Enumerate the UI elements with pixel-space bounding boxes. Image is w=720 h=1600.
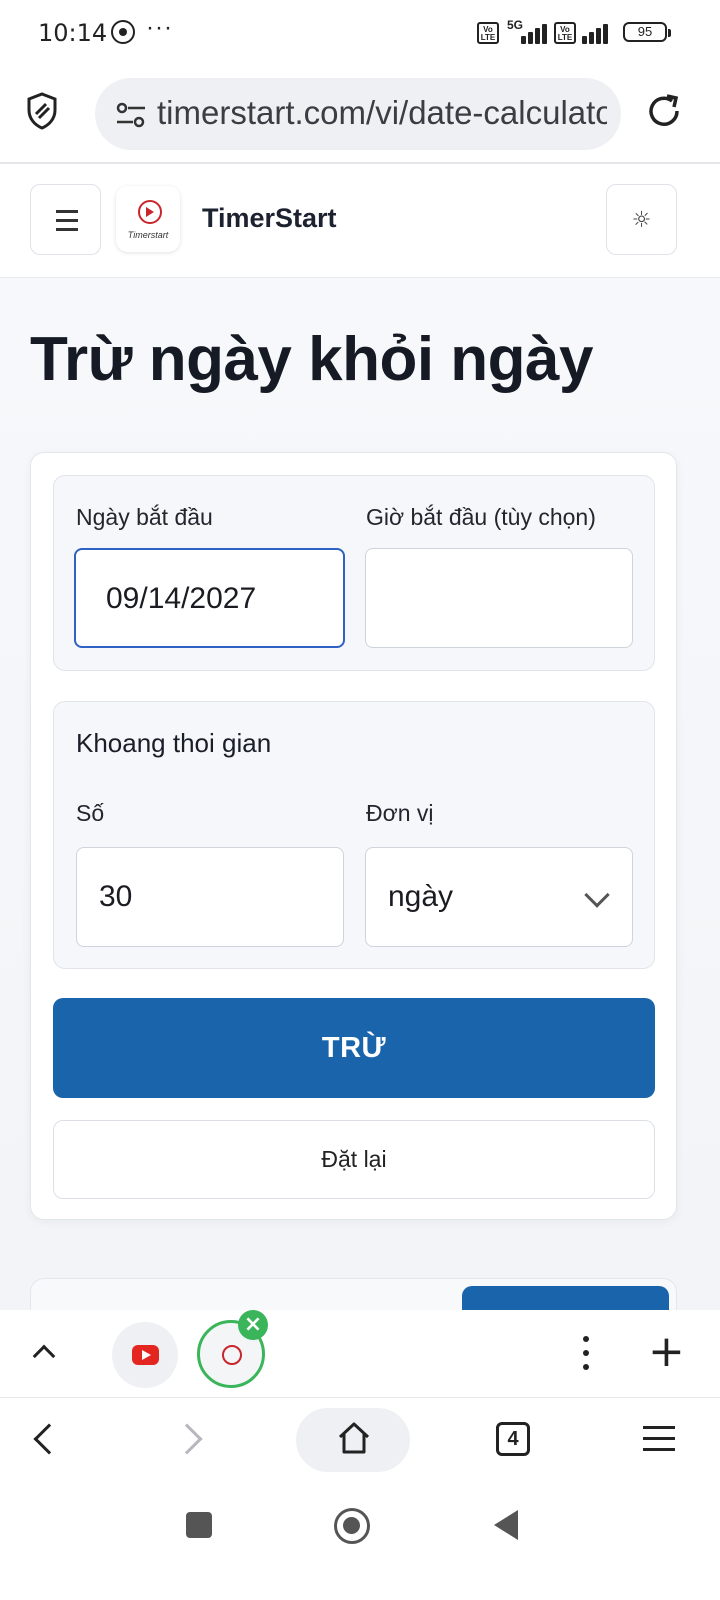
tab-strip: × + [0,1310,720,1398]
logo-text: Timerstart [127,230,169,240]
shield-icon[interactable] [26,92,58,130]
play-icon [146,207,154,217]
menu-button[interactable] [30,184,101,255]
reset-button[interactable]: Đặt lại [53,1120,655,1199]
subtract-button[interactable]: TRỪ [53,998,655,1098]
tab-youtube[interactable] [112,1322,178,1388]
browser-menu-icon[interactable] [643,1426,675,1452]
chevron-down-icon [584,882,610,908]
start-date-label: Ngày bắt đầu [76,504,213,530]
whatsapp-icon [111,20,135,44]
site-header: Timerstart TimerStart ☼ [0,164,720,278]
back-icon[interactable] [33,1423,65,1455]
start-time-label: Giờ bắt đầu (tùy chọn) [366,504,596,530]
chevron-up-icon[interactable] [32,1344,56,1368]
status-bar: 10:14 ··· Vo LTE 5G Vo LTE 95 [0,0,720,68]
url-text[interactable]: timerstart.com/vi/date-calculator [157,94,607,132]
interval-title: Khoang thoi gian [76,728,272,758]
forward-icon[interactable] [171,1423,203,1455]
home-button[interactable] [296,1408,410,1472]
site-logo[interactable]: Timerstart [116,186,180,252]
stopwatch-icon [222,1345,242,1365]
number-input[interactable]: 30 [76,847,344,947]
start-time-input[interactable] [365,548,633,648]
start-date-input[interactable]: 09/14/2027 [74,548,345,648]
theme-toggle-button[interactable]: ☼ [606,184,677,255]
close-tab-icon[interactable]: × [238,1310,268,1340]
signal-icon [507,22,549,44]
reload-icon[interactable] [645,92,683,130]
system-home-icon[interactable] [334,1508,370,1544]
battery-icon: 95 [623,22,671,42]
recent-apps-icon[interactable] [186,1512,212,1538]
unit-value: ngày [388,880,454,913]
tab-count-button[interactable]: 4 [496,1422,530,1456]
more-notifications-icon: ··· [146,14,173,41]
address-bar[interactable]: timerstart.com/vi/date-calculator [95,78,621,150]
calculator-card: Ngày bắt đầu Giờ bắt đầu (tùy chọn) 09/1… [30,452,677,1220]
start-panel: Ngày bắt đầu Giờ bắt đầu (tùy chọn) 09/1… [53,475,655,671]
main-content: Trừ ngày khỏi ngày Ngày bắt đầu Giờ bắt … [0,278,720,1310]
number-value: 30 [99,880,133,913]
signal-icon [578,22,620,44]
result-action-button[interactable] [462,1286,669,1310]
system-nav-bar [0,1488,720,1600]
page-title: Trừ ngày khỏi ngày [30,325,594,394]
system-back-icon[interactable] [494,1510,518,1540]
more-options-icon[interactable] [582,1336,590,1372]
volte-icon: Vo LTE [477,22,499,44]
browser-toolbar: timerstart.com/vi/date-calculator [0,68,720,164]
brand-name[interactable]: TimerStart [202,203,337,234]
unit-select[interactable]: ngày [365,847,633,947]
site-settings-icon[interactable] [115,102,147,128]
volte-icon: Vo LTE [554,22,576,44]
start-date-value: 09/14/2027 [106,582,257,615]
status-time: 10:14 [38,19,108,47]
youtube-icon [132,1345,159,1365]
number-label: Số [76,800,105,826]
interval-panel: Khoang thoi gian Số Đơn vị 30 ngày [53,701,655,969]
browser-bottom-nav: 4 [0,1398,720,1488]
new-tab-icon[interactable]: + [648,1324,685,1380]
home-icon [338,1422,370,1454]
unit-label: Đơn vị [366,800,434,826]
